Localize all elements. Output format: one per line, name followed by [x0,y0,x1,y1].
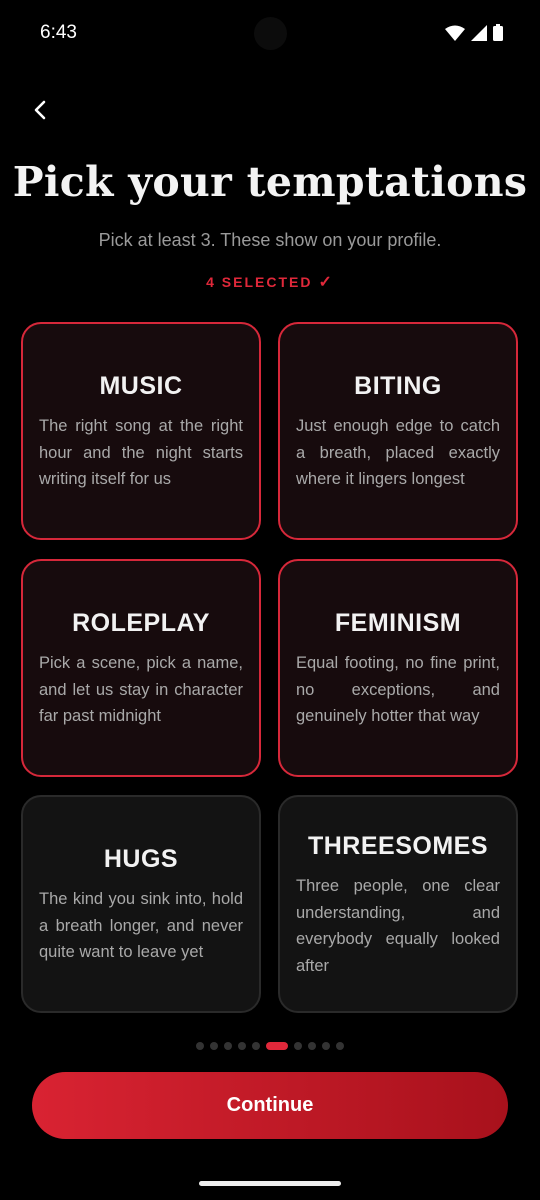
signal-icon [471,24,487,41]
page-title: Pick your temptations [12,158,528,206]
pagination-dot [238,1042,246,1050]
card-description: Three people, one clear understanding, a… [296,877,500,975]
status-icons [445,24,503,41]
card-title: ROLEPLAY [72,609,210,637]
card-title: FEMINISM [334,609,462,637]
card-description: Equal footing, no fine print, no excepti… [296,654,500,725]
pagination-dot-active [266,1042,288,1050]
pagination-dot [210,1042,218,1050]
wifi-icon [445,25,465,41]
pagination-dot [322,1042,330,1050]
continue-button[interactable]: Continue [32,1072,508,1139]
card-feminism[interactable]: FEMINISM Equal footing, no fine print, n… [278,559,518,777]
pagination-dot [294,1042,302,1050]
card-title: MUSIC [99,372,183,400]
card-threesomes[interactable]: THREESOMES Three people, one clear under… [278,795,518,1013]
pagination-dot [336,1042,344,1050]
card-biting[interactable]: BITING Just enough edge to catch a breat… [278,322,518,540]
check-icon: ✓ [318,274,334,291]
home-indicator [199,1181,341,1186]
back-button[interactable] [24,92,56,128]
battery-icon [493,24,503,41]
card-music[interactable]: MUSIC The right song at the right hour a… [21,322,261,540]
selected-count: 4 SELECTED ✓ [0,272,540,292]
selected-count-text: 4 SELECTED [206,274,313,290]
pagination-dot [308,1042,316,1050]
card-hugs[interactable]: HUGS The kind you sink into, hold a brea… [21,795,261,1013]
pagination-dot [252,1042,260,1050]
card-title: HUGS [103,845,179,873]
pagination-dot [196,1042,204,1050]
card-description: Pick a scene, pick a name, and let us st… [39,654,243,725]
card-description: Just enough edge to catch a breath, plac… [296,417,500,488]
card-title: THREESOMES [307,832,489,860]
chevron-left-icon [34,100,46,120]
page-subtitle: Pick at least 3. These show on your prof… [98,230,442,250]
card-description: The kind you sink into, hold a breath lo… [39,890,243,961]
card-roleplay[interactable]: ROLEPLAY Pick a scene, pick a name, and … [21,559,261,777]
pagination-dot [224,1042,232,1050]
camera-cutout [254,17,287,50]
card-description: The right song at the right hour and the… [39,417,243,488]
status-bar: 6:43 [0,0,540,68]
card-title: BITING [354,372,442,400]
pagination-dots [0,1042,540,1050]
status-time: 6:43 [40,22,77,43]
